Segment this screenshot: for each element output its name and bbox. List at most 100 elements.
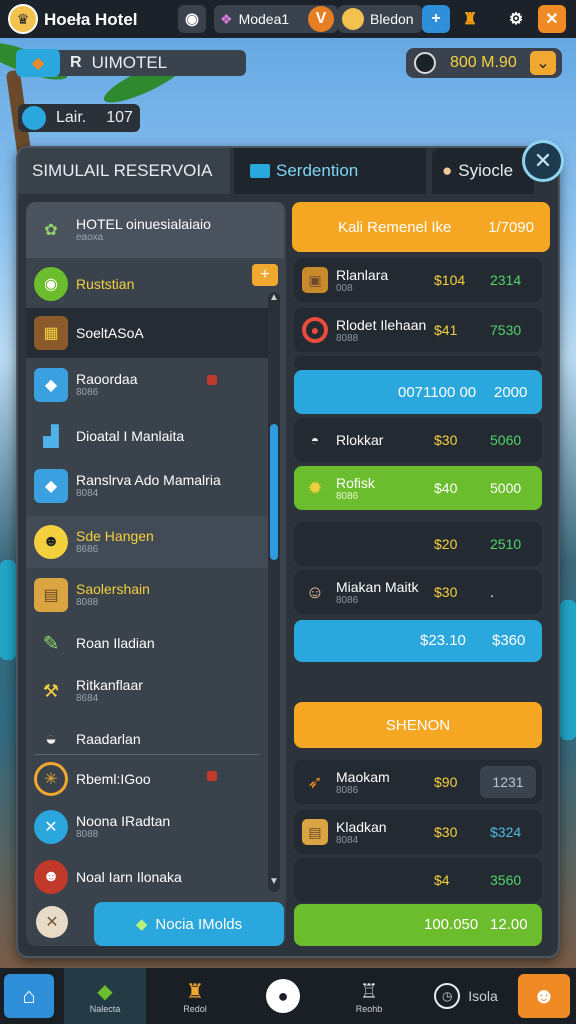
list-item[interactable]: ◆ Ranslrva Ado Mamalria 8084 xyxy=(26,460,268,512)
bar-value: $360 xyxy=(492,632,526,649)
list-item[interactable]: ◉ Ruststian xyxy=(26,260,268,308)
hotel-name: UIMOTEL xyxy=(91,53,168,72)
home-icon: ⌂ xyxy=(22,983,36,1008)
row-name: Rofisk xyxy=(336,474,375,491)
trophy-icon[interactable]: ♜ xyxy=(456,5,484,33)
table-row[interactable]: ▣ Rlanlara 008 $104 2314 xyxy=(294,258,542,302)
item-sub: 8084 xyxy=(76,488,99,499)
coin-balance[interactable]: 800 M.90 ⌄ xyxy=(406,48,562,78)
nocia-imolds-button[interactable]: ◆ Nocia IMolds xyxy=(94,902,284,946)
chat-icon: ● xyxy=(442,161,453,180)
item-sub: 8088 xyxy=(76,597,99,608)
list-item[interactable]: ▤ Saolershain 8088 xyxy=(26,570,268,620)
camera-button[interactable]: ◉ xyxy=(178,5,206,33)
scrollbar-track[interactable] xyxy=(268,292,280,892)
list-item-selected[interactable]: ▦ SoeltASoA xyxy=(26,308,268,358)
tab-syiocle[interactable]: ● Syiocle xyxy=(432,148,534,194)
block-icon: ◆ xyxy=(34,368,68,402)
tab-label: SIMULAIL RESERVOIA xyxy=(32,161,213,180)
row-price: $40 xyxy=(434,480,458,496)
list-item[interactable]: ✎ Roan Iladian xyxy=(26,620,268,666)
item-label: Noona IRadtan xyxy=(76,813,171,829)
row-value: . xyxy=(490,584,494,600)
mode-badge[interactable]: V xyxy=(308,6,334,32)
amenity-list: ✿ HOTEL oinuesialaiaio eaoxa ◉ Ruststian… xyxy=(26,202,286,946)
tools-round-icon[interactable]: ✕ xyxy=(36,906,68,938)
add-amenity-button[interactable]: + xyxy=(252,264,278,286)
settings-icon[interactable]: ⚙ xyxy=(502,5,530,33)
scroll-down-icon[interactable]: ▼ xyxy=(268,876,280,890)
scrollbar-thumb[interactable] xyxy=(270,424,278,560)
list-item[interactable]: ☻ Noal Iarn Ilonaka xyxy=(26,854,268,900)
block-icon: ◆ xyxy=(34,469,68,503)
cube-icon: ▣ xyxy=(302,267,328,293)
blue-bar[interactable]: 0071100 00 2000 xyxy=(294,370,542,414)
gem-chip[interactable]: Bledon xyxy=(338,5,422,33)
coin-icon xyxy=(414,52,436,74)
row-price: $41 xyxy=(434,322,458,338)
tab-serdention[interactable]: Serdention xyxy=(234,148,426,194)
nav-redol[interactable]: ♜ Redol xyxy=(154,968,236,1024)
leaf-icon: ◉ xyxy=(34,267,68,301)
tower-icon: ♜ xyxy=(186,980,204,1003)
nav-home[interactable]: ⌂ xyxy=(4,974,54,1018)
tab-simulail-reservoia[interactable]: SIMULAIL RESERVOIA xyxy=(18,148,230,194)
tools-button[interactable]: ✕ xyxy=(538,5,566,33)
table-row[interactable]: ☺ Miakan Maitk 8086 $30 . xyxy=(294,570,542,614)
item-label: Saolershain xyxy=(76,581,150,597)
bell-icon: ♖ xyxy=(360,980,378,1003)
list-item[interactable]: ✕ Noona IRadtan 8088 xyxy=(26,802,268,852)
nav-label: Nalecta xyxy=(89,1003,121,1014)
row-sub: 8086 xyxy=(336,490,359,502)
nav-nalecta[interactable]: ◆ Nalecta xyxy=(64,968,146,1024)
table-row[interactable]: $4 3560 xyxy=(294,858,542,902)
alert-dot xyxy=(207,771,217,781)
header-label: Kali Remenel Ike xyxy=(338,218,452,236)
item-label: Dioatal I Manlaita xyxy=(76,428,185,444)
coin-add-button[interactable]: ⌄ xyxy=(530,51,556,75)
shenon-button[interactable]: SHENON xyxy=(294,702,542,748)
table-row[interactable]: ▤ Kladkan 8084 $30 $324 xyxy=(294,810,542,854)
list-item[interactable]: ◆ Raoordaa 8086 xyxy=(26,360,268,410)
total-right: 12.00 xyxy=(490,916,528,933)
alert-dot xyxy=(207,375,217,385)
nav-label: Redol xyxy=(183,1003,207,1014)
item-label: Ritkanflaar xyxy=(76,677,143,693)
close-button[interactable]: ✕ xyxy=(522,140,564,182)
item-label: Rbeml:IGoo xyxy=(76,771,151,787)
add-currency-button[interactable]: + xyxy=(422,5,450,33)
blue-bar[interactable]: $23.10 $360 xyxy=(294,620,542,662)
total-bar[interactable]: 100.050 12.00 xyxy=(294,904,542,946)
remenel-header[interactable]: Kali Remenel Ike 1/7090 xyxy=(292,202,550,252)
list-item[interactable]: ▟ Dioatal I Manlaita xyxy=(26,412,268,460)
nav-social[interactable]: ● xyxy=(242,968,324,1024)
table-row[interactable]: $20 2510 xyxy=(294,522,542,566)
hotel-prefix: R xyxy=(70,54,82,71)
hotel-name-chip[interactable]: ◆ R UIMOTEL xyxy=(16,49,246,77)
table-row[interactable]: ● Rlodet Ilehaan 8088 $41 7530 xyxy=(294,308,542,352)
table-row[interactable]: ◓ Rlokkar $30 5060 xyxy=(294,418,542,462)
table-row-highlighted[interactable]: ✹ Rofisk 8086 $40 5000 xyxy=(294,466,542,510)
row-price: $20 xyxy=(434,536,458,552)
gold-coin-icon xyxy=(342,8,364,30)
row-name: Maokam xyxy=(336,768,390,785)
nav-reohb[interactable]: ♖ Reohb xyxy=(328,968,410,1024)
hotel-crest-icon[interactable]: ♛ xyxy=(8,4,38,34)
item-label: Raoordaa xyxy=(76,371,138,387)
list-item[interactable]: ⚒ Ritkanflaar 8684 xyxy=(26,666,268,716)
bar-label: $23.10 xyxy=(420,632,466,649)
item-sub: 8684 xyxy=(76,693,99,704)
nav-isola[interactable]: ◷ Isola xyxy=(418,968,514,1024)
item-sub: 8086 xyxy=(76,387,99,398)
bowl-icon: ◓ xyxy=(310,432,320,448)
header-sub: eaoxa xyxy=(76,232,104,243)
row-value: 7530 xyxy=(490,322,522,338)
gem-label: Bledon xyxy=(370,11,414,27)
list-item[interactable]: ☻ Sde Hangen 8686 xyxy=(26,516,268,568)
list-item[interactable]: ✳ Rbeml:IGoo xyxy=(26,756,268,802)
table-row[interactable]: ➶ Maokam 8086 $90 1231 xyxy=(294,760,542,804)
item-label: Ruststian xyxy=(76,276,135,292)
tab-label: Syiocle xyxy=(458,161,514,180)
nav-profile[interactable]: ☻ xyxy=(518,974,570,1018)
scroll-up-icon[interactable]: ▲ xyxy=(268,292,280,306)
